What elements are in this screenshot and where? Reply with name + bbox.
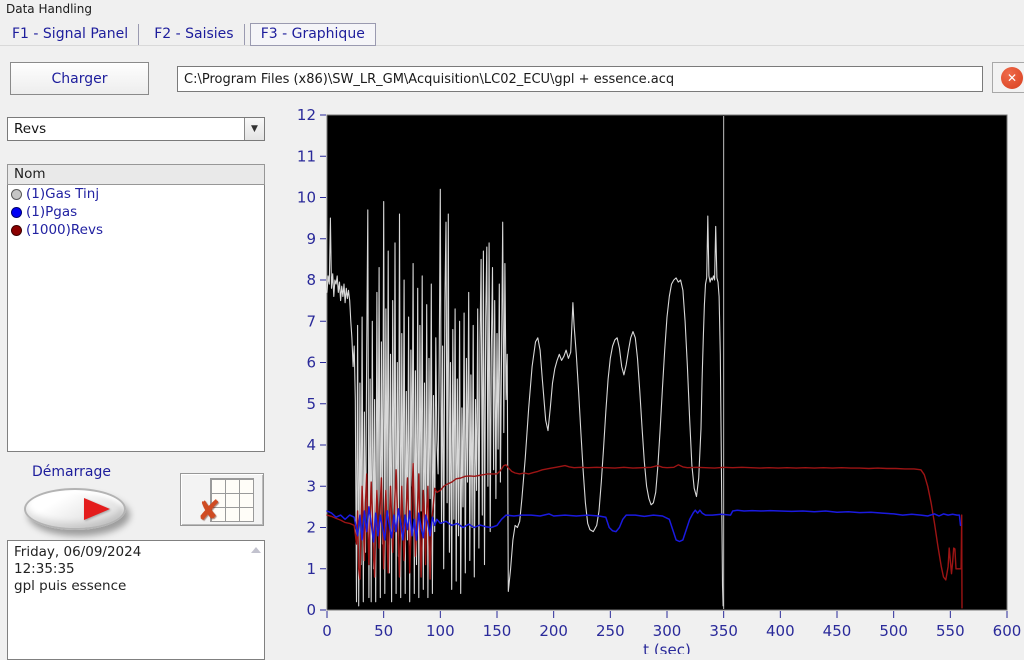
list-item-label: (1)Pgas (26, 204, 78, 220)
svg-text:12: 12 (297, 106, 316, 124)
charger-button[interactable]: Charger (10, 62, 149, 95)
acquisition-log-text: Friday, 06/09/2024 12:35:35 gpl puis ess… (14, 544, 142, 594)
svg-text:100: 100 (426, 622, 455, 640)
signal-color-dot-blue (11, 206, 22, 218)
close-file-button[interactable]: ✕ (992, 62, 1024, 93)
svg-text:8: 8 (306, 271, 316, 289)
svg-text:150: 150 (483, 622, 512, 640)
signal-color-dot-darkred (11, 224, 22, 236)
start-button[interactable] (24, 488, 126, 530)
svg-text:50: 50 (374, 622, 393, 640)
scroll-up-icon[interactable] (251, 547, 261, 553)
signal-list: Nom (1)Gas Tinj (1)Pgas (1000)Revs (7, 164, 265, 452)
signal-select-value: Revs (14, 121, 47, 137)
window-title: Data Handling (6, 2, 92, 16)
svg-text:500: 500 (879, 622, 908, 640)
acquisition-log[interactable]: Friday, 06/09/2024 12:35:35 gpl puis ess… (7, 540, 265, 660)
x-mark-icon: ✘ (197, 494, 221, 527)
svg-text:0: 0 (322, 622, 332, 640)
svg-text:2: 2 (306, 519, 316, 537)
chart-svg[interactable]: 0 50 100 150 200 250 300 350 400 450 500 550 6000123… (285, 105, 1024, 654)
demarrage-label: Démarrage (32, 464, 111, 480)
clear-grid-button[interactable]: ✘ (180, 473, 264, 527)
svg-text:t (sec): t (sec) (643, 641, 691, 654)
signal-color-dot-gray (11, 188, 22, 200)
tab-saisies[interactable]: F2 - Saisies (144, 24, 245, 45)
svg-text:9: 9 (306, 230, 316, 248)
svg-text:10: 10 (297, 189, 316, 207)
svg-text:7: 7 (306, 312, 316, 330)
tab-bar: F1 - Signal Panel F2 - Saisies F3 - Grap… (0, 23, 1024, 46)
svg-text:5: 5 (306, 395, 316, 413)
svg-text:3: 3 (306, 477, 316, 495)
tab-graphique[interactable]: F3 - Graphique (249, 23, 376, 46)
svg-text:400: 400 (766, 622, 795, 640)
list-item[interactable]: (1)Pgas (8, 203, 264, 221)
list-item[interactable]: (1000)Revs (8, 221, 264, 239)
svg-text:600: 600 (993, 622, 1022, 640)
tab-signal-panel[interactable]: F1 - Signal Panel (2, 24, 140, 45)
svg-text:6: 6 (306, 354, 316, 372)
svg-text:450: 450 (823, 622, 852, 640)
charger-button-label: Charger (51, 70, 108, 87)
list-item[interactable]: (1)Gas Tinj (8, 185, 264, 203)
svg-text:0: 0 (306, 601, 316, 619)
list-item-label: (1000)Revs (26, 222, 103, 238)
svg-text:350: 350 (709, 622, 738, 640)
close-icon: ✕ (1001, 67, 1023, 89)
data-handling-window: Data Handling F1 - Signal Panel F2 - Sai… (0, 0, 1024, 660)
list-item-label: (1)Gas Tinj (26, 186, 100, 202)
svg-text:300: 300 (653, 622, 682, 640)
svg-text:250: 250 (596, 622, 625, 640)
play-icon (84, 498, 110, 520)
svg-text:4: 4 (306, 436, 316, 454)
chevron-down-icon[interactable]: ▼ (244, 118, 264, 140)
svg-text:11: 11 (297, 147, 316, 165)
signal-list-header: Nom (7, 164, 265, 185)
svg-text:550: 550 (936, 622, 965, 640)
signal-select-dropdown[interactable]: Revs ▼ (7, 117, 265, 141)
svg-text:1: 1 (306, 560, 316, 578)
file-path-input[interactable] (177, 66, 983, 92)
svg-text:200: 200 (539, 622, 568, 640)
